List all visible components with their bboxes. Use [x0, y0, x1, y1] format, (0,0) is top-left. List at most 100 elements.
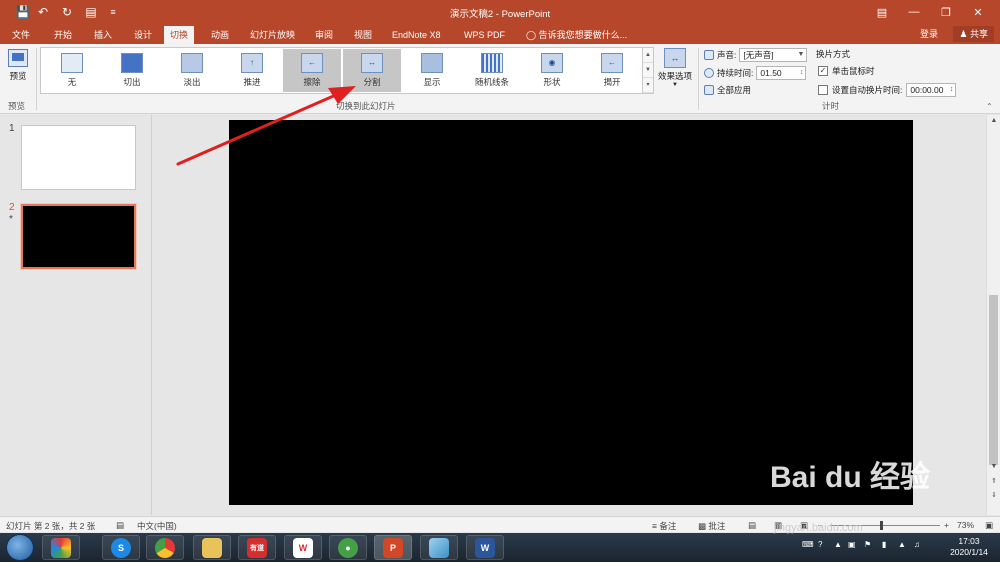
zoom-slider-handle[interactable]	[880, 521, 883, 530]
comments-button[interactable]: ▩ 批注	[698, 520, 725, 532]
transition-split[interactable]: ↔ 分割	[343, 49, 401, 92]
tab-wps-pdf[interactable]: WPS PDF	[458, 26, 511, 44]
windows-start-button[interactable]	[6, 534, 34, 561]
save-icon[interactable]: 💾	[14, 3, 32, 21]
help-icon[interactable]: ?	[818, 540, 822, 549]
zoom-out-icon[interactable]: –	[818, 520, 823, 530]
redo-icon[interactable]: ↻	[58, 3, 76, 21]
login-link[interactable]: 登录	[920, 27, 938, 40]
normal-view-icon[interactable]: ▤	[748, 520, 756, 531]
taskbar-app-glass[interactable]	[420, 535, 458, 560]
glass-app-icon	[429, 537, 449, 558]
taskbar-app-chrome[interactable]	[146, 535, 184, 560]
gallery-up-icon[interactable]: ▲	[643, 48, 653, 63]
fit-to-window-icon[interactable]: ▣	[985, 520, 993, 531]
duration-spinner[interactable]: 01.50 ↕	[756, 66, 807, 80]
transition-random-bars[interactable]: 随机线条	[463, 49, 521, 92]
transition-shape[interactable]: ◉ 形状	[523, 49, 581, 92]
taskbar-app-powerpoint[interactable]: P	[374, 535, 412, 560]
apply-all-button[interactable]: 全部应用	[704, 84, 751, 96]
reading-view-icon[interactable]: ▣	[800, 520, 808, 531]
close-icon[interactable]: ✕	[964, 2, 992, 22]
tab-view[interactable]: 视图	[348, 26, 378, 44]
slide-thumbnail-2[interactable]	[20, 203, 137, 270]
scroll-up-icon[interactable]: ▲	[987, 117, 1000, 124]
transition-cut[interactable]: 切出	[103, 49, 161, 92]
notes-button[interactable]: ≡ 备注	[652, 520, 676, 532]
scrollbar-thumb[interactable]	[989, 295, 998, 465]
taskbar-app-colorful[interactable]	[42, 535, 80, 560]
minimize-icon[interactable]: —	[900, 2, 928, 22]
effect-options-button[interactable]: ↔ 效果选项 ▼	[656, 48, 694, 88]
gallery-scroll[interactable]: ▲ ▼ ▾	[643, 47, 654, 94]
colorful-app-icon	[51, 537, 71, 558]
gallery-more-icon[interactable]: ▾	[643, 78, 653, 93]
transition-shape-label: 形状	[543, 77, 561, 87]
tab-file[interactable]: 文件	[6, 26, 36, 44]
tab-design[interactable]: 设计	[128, 26, 158, 44]
taskbar-app-explorer[interactable]	[193, 535, 231, 560]
spell-check-icon[interactable]: ▤	[116, 520, 124, 531]
tray-arrow-icon[interactable]: ▲	[834, 540, 842, 549]
tab-review[interactable]: 审阅	[309, 26, 339, 44]
ribbon-tabs: 文件 开始 插入 设计 切换 动画 幻灯片放映 审阅 视图 EndNote X8…	[0, 24, 1000, 44]
transition-none[interactable]: 无	[43, 49, 101, 92]
sound-dropdown[interactable]: [无声音] ▼	[739, 48, 808, 62]
preview-label: 预览	[9, 71, 27, 81]
timing-group-label: 计时	[822, 101, 840, 111]
slide-sorter-icon[interactable]: ▦	[774, 520, 782, 531]
language-status[interactable]: 中文(中国)	[137, 520, 177, 532]
clock-icon	[704, 68, 714, 78]
transition-fade[interactable]: 淡出	[163, 49, 221, 92]
comments-label: 批注	[708, 521, 726, 531]
taskbar-app-wps[interactable]: W	[284, 535, 322, 560]
after-time-spinner[interactable]: 00:00.00 ↕	[906, 83, 957, 97]
collapse-ribbon-icon[interactable]: ⌃	[986, 102, 993, 111]
taskbar-app-youdao[interactable]: 有道	[238, 535, 276, 560]
after-checkbox[interactable]: 设置自动换片时间: 00:00.00 ↕	[818, 83, 957, 97]
tab-home[interactable]: 开始	[48, 26, 78, 44]
previous-slide-icon[interactable]: ⇑	[987, 477, 1000, 485]
scroll-down-icon[interactable]: ▼	[987, 463, 1000, 470]
tab-slideshow[interactable]: 幻灯片放映	[244, 26, 301, 44]
undo-icon[interactable]: ↶	[34, 3, 52, 21]
zoom-level[interactable]: 73%	[957, 520, 974, 530]
timing-group: 声音: [无声音] ▼ 持续时间: 01.50 ↕ 全部应用 换片方式 ✓ 单击…	[702, 46, 967, 106]
spinner-icon: ↕	[949, 86, 954, 93]
system-clock[interactable]: 17:03 2020/1/14	[944, 536, 994, 558]
transition-push[interactable]: ↑ 推进	[223, 49, 281, 92]
keyboard-icon[interactable]: ⌨	[802, 540, 814, 549]
zoom-in-icon[interactable]: +	[944, 520, 949, 530]
cut-transition-icon	[121, 53, 143, 73]
battery-icon[interactable]: ▮	[882, 540, 886, 549]
restore-icon[interactable]: ❐	[932, 2, 960, 22]
slide-thumbnails-pane: 1 2 *	[0, 115, 152, 515]
zoom-slider[interactable]	[830, 525, 940, 526]
current-slide[interactable]	[229, 120, 913, 505]
customize-icon[interactable]: ≡	[104, 3, 122, 21]
taskbar-app-word[interactable]: W	[466, 535, 504, 560]
slide-thumbnail-1[interactable]	[21, 125, 136, 190]
preview-button[interactable]: 预览	[4, 47, 32, 93]
tab-animations[interactable]: 动画	[205, 26, 235, 44]
transition-uncover[interactable]: ← 揭开	[583, 49, 641, 92]
ribbon-display-options-icon[interactable]: ▤	[868, 2, 896, 22]
next-slide-icon[interactable]: ⇓	[987, 491, 1000, 499]
start-from-beginning-icon[interactable]: ▤	[82, 3, 100, 21]
gallery-down-icon[interactable]: ▼	[643, 63, 653, 78]
volume-icon[interactable]: ♫	[914, 540, 920, 549]
taskbar-app-sogou[interactable]: S	[102, 535, 140, 560]
tab-insert[interactable]: 插入	[88, 26, 118, 44]
flag-icon[interactable]: ⚑	[864, 540, 871, 549]
tab-transitions[interactable]: 切换	[164, 26, 195, 44]
tab-endnote[interactable]: EndNote X8	[386, 26, 447, 44]
share-button[interactable]: ♟ 共享	[953, 26, 994, 42]
on-mouse-click-checkbox[interactable]: ✓ 单击鼠标时	[818, 65, 875, 77]
taskbar-app-wechat[interactable]: ●	[329, 535, 367, 560]
transition-reveal[interactable]: 显示	[403, 49, 461, 92]
tell-me-search[interactable]: ◯ 告诉我您想要做什么...	[520, 26, 633, 44]
vertical-scrollbar[interactable]: ▲ ▼ ⇑ ⇓	[986, 115, 1000, 515]
transition-wipe[interactable]: ← 擦除	[283, 49, 341, 92]
signal-icon[interactable]: ▲	[898, 540, 906, 549]
network-icon[interactable]: ▣	[848, 540, 856, 549]
